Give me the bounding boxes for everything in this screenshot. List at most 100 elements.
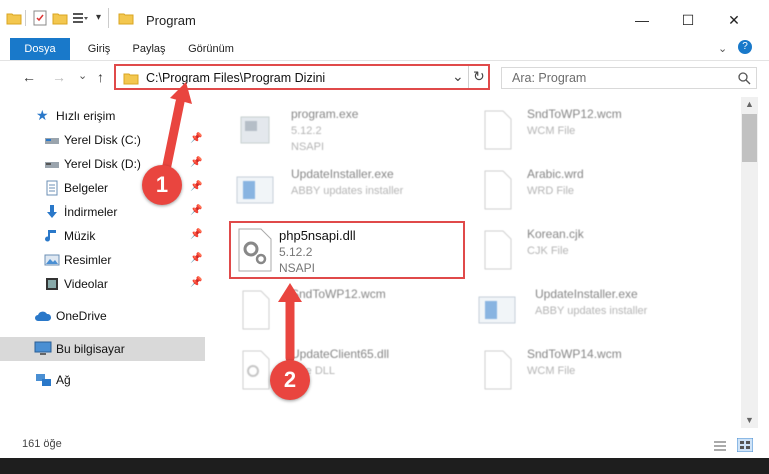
sidebar-item-label: Yerel Disk (D:) — [64, 157, 141, 171]
search-icon[interactable] — [738, 72, 751, 85]
back-button[interactable]: ← — [22, 69, 36, 85]
sidebar-item-quick-access[interactable]: ★ Hızlı erişim — [0, 105, 205, 127]
file-item[interactable]: Korean.cjk CJK File — [477, 223, 727, 283]
file-item[interactable]: program.exe 5.12.2 NSAPI — [235, 103, 485, 163]
quick-access-dropdown[interactable]: ▾ — [96, 12, 101, 23]
divider — [468, 66, 469, 88]
folder-icon — [118, 13, 134, 25]
file-name: SndToWP12.wcm — [291, 287, 386, 301]
search-placeholder[interactable]: Ara: Program — [512, 71, 586, 85]
window-title: Program — [146, 13, 196, 28]
drive-icon — [45, 162, 59, 168]
downloads-icon — [47, 205, 57, 218]
drive-icon — [45, 138, 59, 144]
folder-icon — [6, 13, 22, 25]
file-description: ABBY updates installer — [535, 305, 648, 317]
maximize-button[interactable]: ☐ — [668, 6, 708, 34]
file-description: CJK File — [527, 245, 569, 257]
file-item[interactable]: SndToWP14.wcm WCM File — [477, 343, 727, 403]
file-item[interactable]: Arabic.wrd WRD File — [477, 163, 727, 223]
file-name: SndToWP14.wcm — [527, 347, 622, 361]
details-view-icon[interactable] — [713, 440, 727, 452]
music-icon — [45, 230, 56, 242]
pictures-icon — [44, 254, 60, 266]
file-description: WRD File — [527, 185, 575, 197]
file-description: ABBY updates installer — [291, 185, 404, 197]
properties-icon[interactable] — [32, 10, 48, 26]
target-file-php5nsapi[interactable]: php5nsapi.dll 5.12.2 NSAPI — [229, 221, 465, 279]
tiles-view-icon[interactable] — [737, 438, 753, 452]
pin-icon: 📌 — [190, 181, 203, 192]
sidebar-item-downloads[interactable]: İndirmeler 📌 — [0, 201, 205, 223]
file-description: WCM File — [527, 365, 576, 377]
scroll-up-icon[interactable]: ▲ — [745, 99, 754, 109]
documents-icon — [46, 180, 58, 196]
pin-icon: 📌 — [190, 133, 203, 144]
folder-icon — [123, 73, 139, 85]
address-bar[interactable]: C:\Program Files\Program Dizini ⌄ ↻ — [114, 64, 490, 90]
file-item[interactable]: UpdateInstaller.exe ABBY updates install… — [477, 283, 727, 343]
file-version: 5.12.2 — [279, 245, 313, 259]
file-name: UpdateClient65.dll — [291, 347, 390, 361]
recent-locations-dropdown[interactable]: ⌄ — [78, 69, 87, 82]
file-item[interactable]: SndToWP12.wcm — [235, 283, 485, 343]
status-bar — [0, 436, 769, 456]
scroll-down-icon[interactable]: ▼ — [745, 415, 754, 425]
file-version: 5.12.2 — [291, 125, 322, 137]
sidebar-item-network[interactable]: Ağ — [0, 369, 205, 391]
sidebar-item-label: Yerel Disk (C:) — [64, 133, 141, 147]
sidebar-item-label: Müzik — [64, 229, 96, 243]
pin-icon: 📌 — [190, 205, 203, 216]
new-folder-icon[interactable] — [52, 10, 68, 26]
file-item[interactable]: SndToWP12.wcm WCM File — [477, 103, 727, 163]
ribbon-expand-icon[interactable]: ⌄ — [718, 42, 727, 55]
scrollbar-thumb[interactable] — [742, 114, 757, 162]
navigation-pane: ★ Hızlı erişim Yerel Disk (C:) 📌 Yerel D… — [0, 97, 205, 428]
sidebar-item-label: Hızlı erişim — [56, 109, 116, 123]
sidebar-item-local-disk-c[interactable]: Yerel Disk (C:) 📌 — [0, 129, 205, 151]
file-item[interactable]: UpdateInstaller.exe ABBY updates install… — [235, 163, 485, 223]
sidebar-item-pictures[interactable]: Resimler 📌 — [0, 249, 205, 271]
sidebar-item-this-pc[interactable]: Bu bilgisayar — [0, 337, 205, 361]
callout-badge-1: 1 — [142, 165, 182, 205]
tab-view[interactable]: Görünüm — [180, 38, 242, 60]
pin-icon: 📌 — [190, 229, 203, 240]
search-box[interactable]: Ara: Program — [501, 67, 757, 89]
minimize-button[interactable]: — — [622, 6, 662, 34]
wcm-file-icon — [242, 290, 270, 330]
sidebar-item-label: Resimler — [64, 253, 112, 267]
close-button[interactable]: ✕ — [714, 6, 754, 34]
file-description: WCM File — [527, 125, 576, 137]
forward-button[interactable]: → — [52, 69, 66, 85]
divider — [25, 10, 26, 26]
sidebar-item-label: Bu bilgisayar — [56, 342, 125, 356]
refresh-button[interactable]: ↻ — [473, 68, 485, 85]
sidebar-item-videos[interactable]: Videolar 📌 — [0, 273, 205, 295]
installer-icon — [236, 176, 274, 204]
customize-toolbar-icon[interactable] — [72, 10, 88, 26]
sidebar-item-label: Videolar — [64, 277, 108, 291]
sidebar-item-music[interactable]: Müzik 📌 — [0, 225, 205, 247]
sidebar-item-label: OneDrive — [56, 309, 107, 323]
tab-home[interactable]: Giriş — [74, 38, 124, 60]
up-button[interactable]: ↑ — [97, 69, 104, 85]
sidebar-item-onedrive[interactable]: OneDrive — [0, 305, 205, 327]
tab-share[interactable]: Paylaş — [124, 38, 174, 60]
tab-file[interactable]: Dosya — [10, 38, 70, 60]
videos-icon — [46, 278, 58, 290]
sidebar-item-label: İndirmeler — [64, 205, 118, 219]
file-description: NSAPI — [279, 261, 316, 275]
help-icon[interactable]: ? — [738, 40, 752, 54]
divider — [108, 8, 109, 28]
file-name: SndToWP12.wcm — [527, 107, 622, 121]
address-path[interactable]: C:\Program Files\Program Dizini — [146, 71, 325, 85]
file-name: program.exe — [291, 107, 359, 121]
file-description: NSAPI — [291, 141, 325, 153]
pin-icon: 📌 — [190, 157, 203, 168]
title-bar: ▾ Program — ☐ ✕ — [0, 0, 769, 38]
item-count: 161 öğe — [22, 438, 62, 450]
bottom-strip — [0, 458, 769, 474]
computer-icon — [34, 341, 52, 355]
address-dropdown-button[interactable]: ⌄ — [452, 68, 464, 85]
wrd-file-icon — [484, 170, 512, 210]
